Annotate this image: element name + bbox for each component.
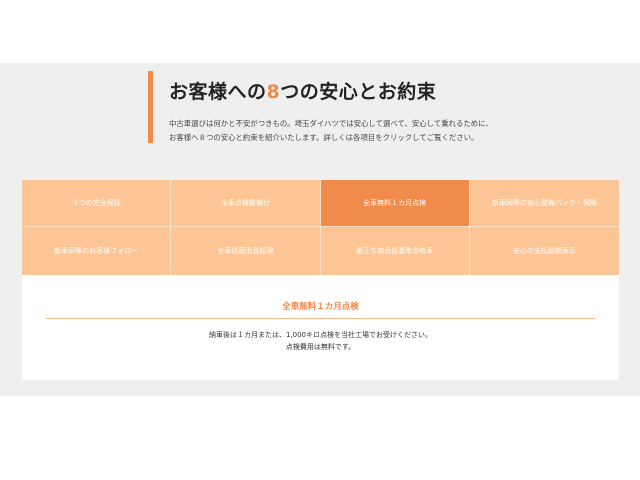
lead-line-2: お客様へ８つの安心と約束を紹介いたします。詳しくは各項目をクリックしてご覧くださ… [169, 133, 479, 142]
tab-maintenance-pack-insurance[interactable]: 新車同等の安心整備パック・保険 [469, 180, 619, 227]
promise-panel: ３つの完全保証 全車点検整備付 全車無料１カ月点検 新車同等の安心整備パック・保… [22, 180, 619, 380]
content-description: 納車後は１カ月または、1,000キロ点検を当社工場でお受けください。 点検費用は… [22, 329, 619, 353]
title-suffix: つの安心とお約束 [280, 81, 437, 103]
section-heading: お客様への8つの安心とお約束 中古車選びは何かと不安がつきもの。埼玉ダイハツでは… [148, 71, 609, 143]
content-title: 全車無料１カ月点検 [282, 302, 359, 312]
tab-free-1-month-inspection[interactable]: 全車無料１カ月点検 [320, 180, 470, 227]
title-number: 8 [266, 81, 281, 103]
tab-inspection-maintenance[interactable]: 全車点検整備付 [171, 180, 321, 227]
tab-quality-standard[interactable]: 厳正な商品化基準合格車 [321, 227, 470, 275]
tab-total-price-display[interactable]: 安心の支払総額表示 [470, 227, 619, 275]
lead-line-1: 中古車選びは何かと不安がつきもの。埼玉ダイハツでは安心して選べて、安心して乗れる… [169, 119, 493, 128]
lead-text: 中古車選びは何かと不安がつきもの。埼玉ダイハツでは安心して選べて、安心して乗れる… [169, 117, 609, 145]
tab-3-warranties[interactable]: ３つの完全保証 [22, 180, 172, 227]
content-line-2: 点検費用は無料です。 [285, 343, 356, 351]
title-prefix: お客様への [169, 81, 267, 103]
promise-tabs: ３つの完全保証 全車点検整備付 全車無料１カ月点検 新車同等の安心整備パック・保… [22, 180, 619, 275]
tab-antibacterial-deodorizing[interactable]: 全車抗菌消臭処理 [171, 227, 321, 275]
divider [46, 318, 595, 319]
content-line-1: 納車後は１カ月または、1,000キロ点検を当社工場でお受けください。 [208, 331, 433, 339]
tab-customer-follow[interactable]: 新車同等のお客様フォロー [22, 227, 172, 275]
page-title: お客様への8つの安心とお約束 [169, 71, 609, 104]
